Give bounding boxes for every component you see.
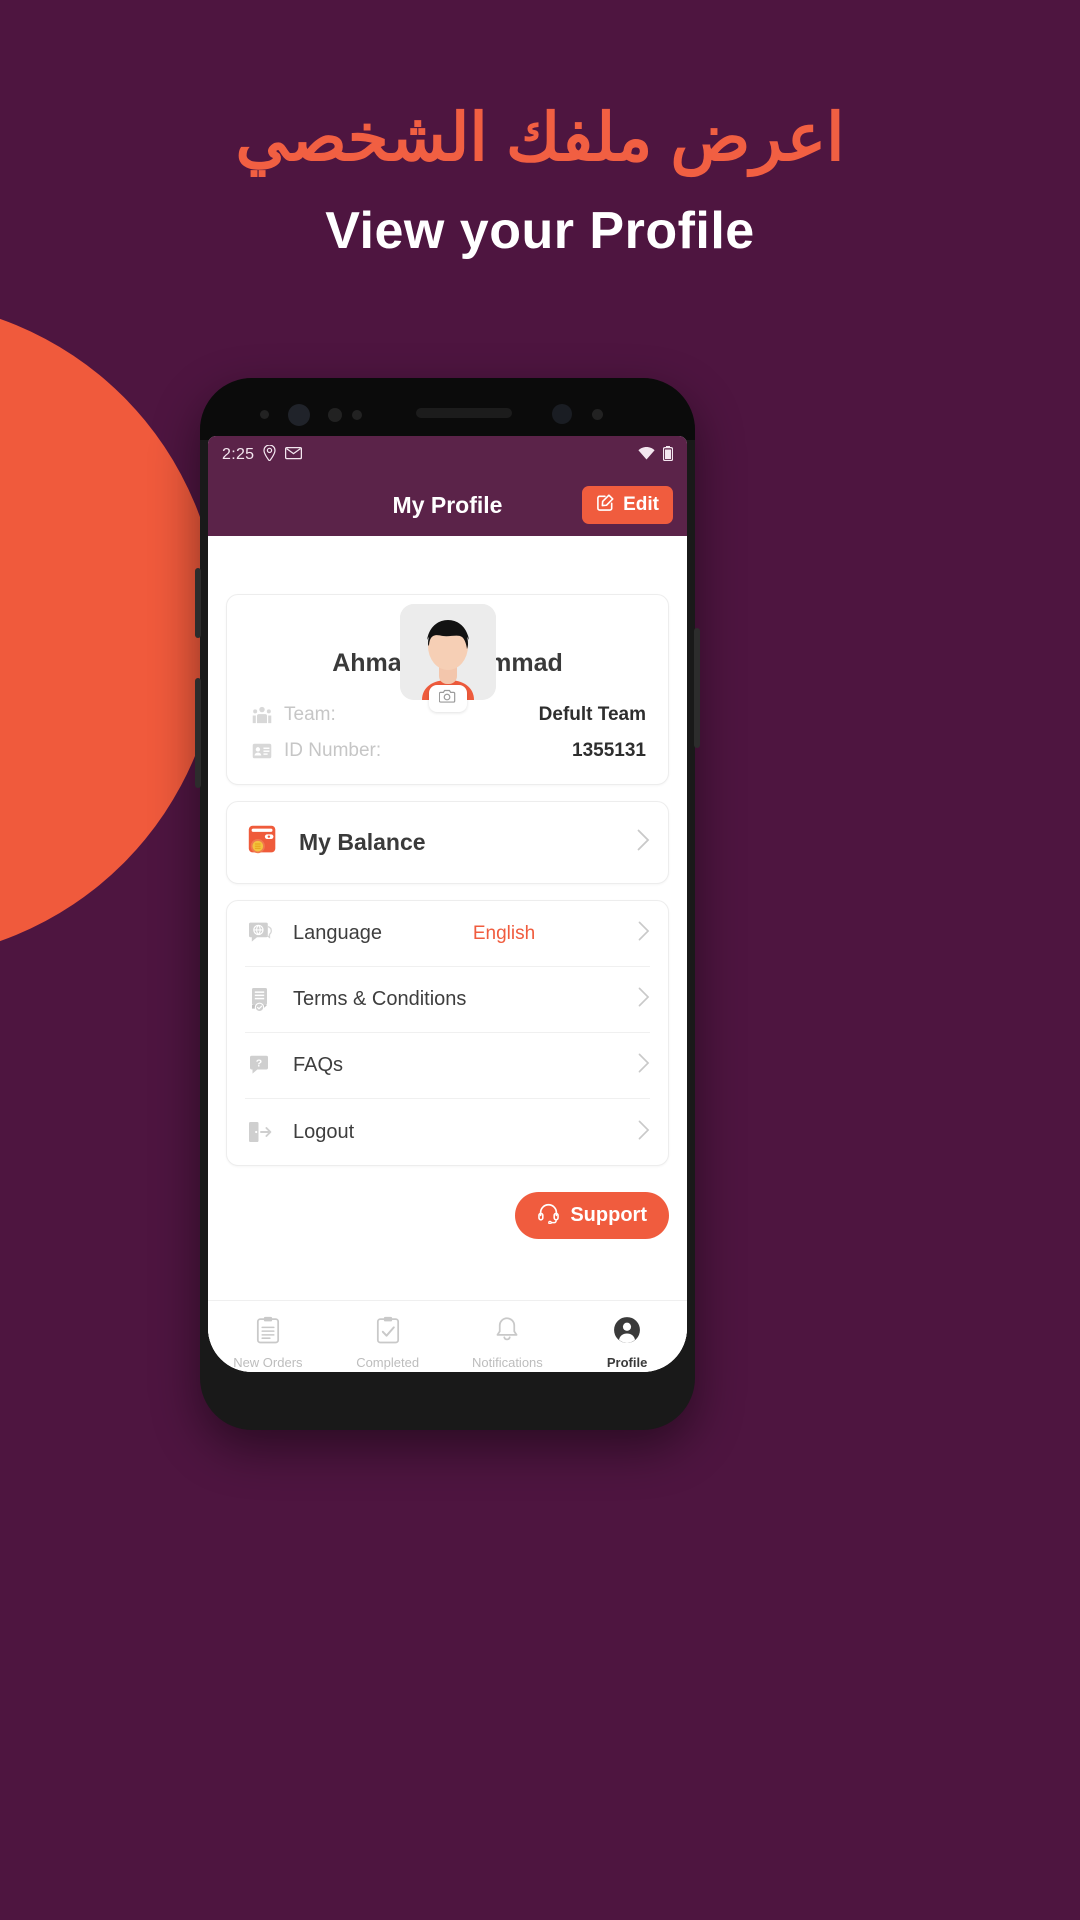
profile-person-icon — [613, 1316, 641, 1349]
id-card-icon — [249, 741, 275, 761]
app-bar: My Profile Edit — [208, 474, 687, 536]
menu-item-faqs-label: FAQs — [293, 1054, 344, 1076]
headset-icon — [537, 1202, 560, 1230]
edit-button[interactable]: Edit — [582, 486, 673, 524]
profile-field-team-label: Team: — [284, 704, 336, 725]
location-pin-icon — [263, 444, 276, 465]
nav-item-completed-label: Completed — [356, 1354, 420, 1370]
phone-top-bezel — [200, 378, 695, 440]
secondary-camera-icon — [552, 404, 572, 424]
earpiece-speaker — [416, 408, 512, 418]
profile-field-team-value: Defult Team — [538, 704, 646, 725]
menu-item-language-label: Language — [293, 922, 382, 944]
chevron-right-icon — [638, 987, 650, 1012]
decorative-orange-blob — [0, 300, 220, 960]
profile-page-body: Ahmad Mohammad Team: Defult Team ID Numb… — [208, 594, 687, 1372]
status-bar-time: 2:25 — [222, 446, 255, 463]
support-button-label: Support — [570, 1204, 647, 1226]
wallet-icon — [245, 822, 281, 863]
chevron-right-icon — [637, 829, 650, 856]
menu-item-terms-label: Terms & Conditions — [293, 988, 467, 1010]
menu-item-faqs[interactable]: ? FAQs — [245, 1033, 650, 1099]
nav-item-new-orders[interactable]: New Orders — [208, 1316, 328, 1370]
camera-icon — [438, 689, 456, 708]
team-group-icon — [249, 705, 275, 725]
phone-volume-button — [195, 678, 201, 788]
my-balance-card[interactable]: My Balance — [226, 801, 669, 884]
menu-item-language-value: English — [472, 922, 536, 944]
terms-document-icon — [245, 987, 275, 1013]
menu-item-language[interactable]: Language English — [245, 901, 650, 967]
gmail-icon — [285, 446, 303, 464]
profile-field-id-label: ID Number: — [284, 740, 382, 761]
logout-door-icon — [245, 1120, 275, 1144]
nav-item-new-orders-label: New Orders — [233, 1354, 303, 1370]
phone-screen: 2:25 My Profile Edit Ahmad Team: Defult … — [208, 436, 687, 1372]
menu-item-terms[interactable]: Terms & Conditions — [245, 967, 650, 1033]
camera-badge-button[interactable] — [428, 685, 467, 712]
my-balance-label: My Balance — [299, 829, 426, 855]
support-row: Support — [226, 1192, 669, 1239]
battery-icon — [662, 445, 674, 465]
nav-item-notifications[interactable]: Notifications — [448, 1316, 568, 1370]
support-button[interactable]: Support — [515, 1192, 669, 1239]
nav-item-profile-label: Profile — [606, 1354, 648, 1370]
menu-item-logout[interactable]: Logout — [245, 1099, 650, 1165]
nav-item-profile[interactable]: Profile — [567, 1316, 687, 1370]
promo-heading-block: اعرض ملفك الشخصي View your Profile — [0, 96, 1080, 261]
wifi-icon — [638, 446, 655, 464]
profile-field-id: ID Number: 1355131 — [249, 740, 646, 762]
phone-power-button — [694, 628, 700, 748]
bell-icon — [494, 1316, 520, 1349]
edit-pencil-icon — [596, 493, 615, 518]
chevron-right-icon — [638, 1053, 650, 1078]
svg-text:?: ? — [256, 1057, 262, 1069]
nav-item-notifications-label: Notifications — [471, 1354, 543, 1370]
promo-heading-arabic: اعرض ملفك الشخصي — [235, 100, 845, 174]
front-camera-icon — [288, 404, 310, 426]
menu-item-logout-label: Logout — [293, 1120, 355, 1143]
bottom-navigation-bar: New Orders Completed Notifications Profi… — [208, 1300, 687, 1372]
sensor-dot-2-icon — [592, 409, 603, 420]
clipboard-list-icon — [255, 1316, 281, 1349]
settings-menu-card: Language English Terms & Conditions ? FA… — [226, 900, 669, 1166]
promo-heading-english: View your Profile — [325, 201, 755, 260]
edit-button-label: Edit — [623, 494, 659, 515]
nav-item-completed[interactable]: Completed — [328, 1316, 448, 1370]
chevron-right-icon — [638, 1120, 650, 1145]
status-bar: 2:25 — [208, 436, 687, 474]
clipboard-check-icon — [375, 1316, 401, 1349]
sensor-dot-icon — [260, 410, 269, 419]
faq-question-icon: ? — [245, 1054, 275, 1078]
light-sensor-icon — [352, 410, 362, 420]
avatar-container[interactable] — [399, 604, 496, 712]
proximity-sensor-icon — [328, 408, 342, 422]
phone-mockup: 2:25 My Profile Edit Ahmad Team: Defult … — [195, 378, 700, 1430]
chevron-right-icon — [638, 921, 650, 946]
language-globe-icon — [245, 921, 275, 947]
profile-field-id-value: 1355131 — [572, 740, 646, 761]
